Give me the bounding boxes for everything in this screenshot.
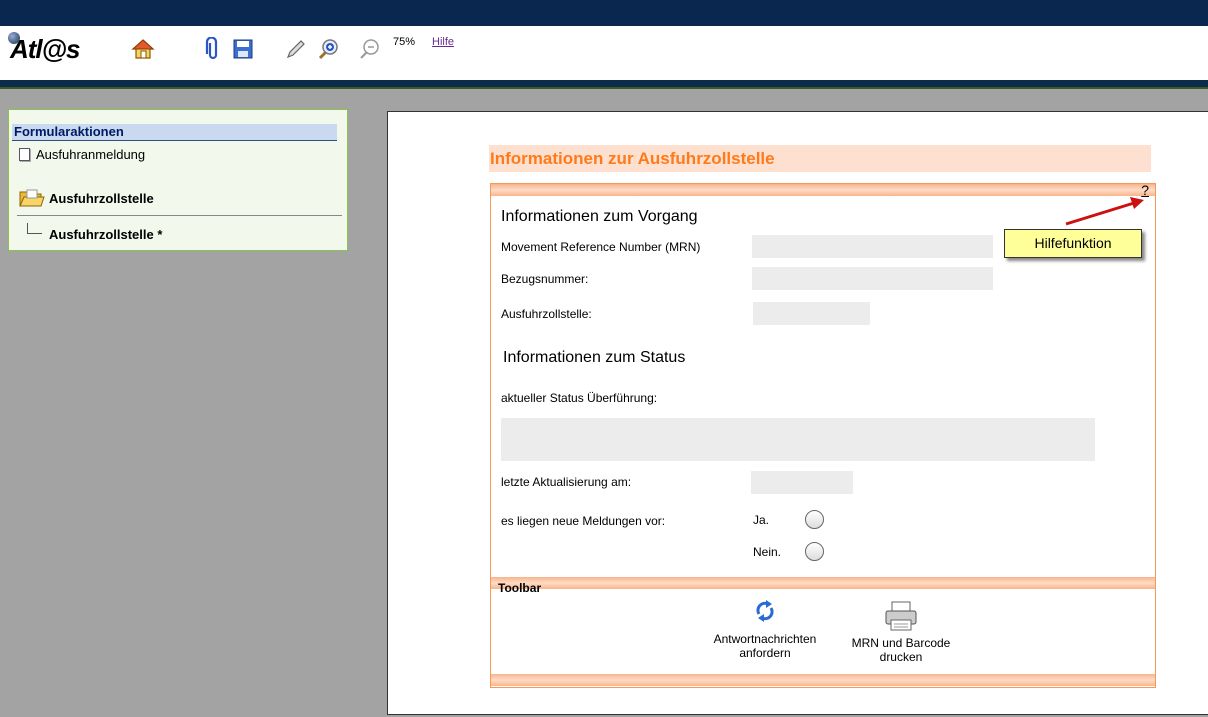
bezugsnummer-field[interactable] <box>752 267 993 290</box>
zoom-out-icon[interactable] <box>356 36 382 62</box>
aktualisierung-label: letzte Aktualisierung am: <box>501 475 632 489</box>
radio-nein-label: Nein. <box>753 545 782 559</box>
ausfuhrzollstelle-field[interactable] <box>753 302 870 325</box>
radio-ja[interactable] <box>805 510 824 529</box>
radio-nein[interactable] <box>805 542 824 561</box>
bezugsnummer-label: Bezugsnummer: <box>501 272 589 286</box>
mrn-field[interactable] <box>752 235 993 258</box>
status-field[interactable] <box>501 418 1095 461</box>
zoom-level: 75% <box>393 36 416 48</box>
panel-footer-bar <box>491 674 1155 686</box>
atlas-logo: Atl@s <box>8 32 80 64</box>
help-tooltip: Hilfefunktion <box>1004 229 1142 258</box>
form-title: Informationen zur Ausfuhrzollstelle <box>489 145 1151 172</box>
tree-connector <box>27 223 42 234</box>
drucken-label-line1: MRN und Barcode <box>851 636 951 650</box>
antwort-label-line2: anfordern <box>739 646 791 660</box>
antwort-label-line1: Antwortnachrichten <box>713 632 817 646</box>
header-divider <box>0 80 1208 89</box>
toolbar-header-bar <box>491 577 1155 589</box>
refresh-icon <box>756 600 774 622</box>
printer-icon <box>885 601 917 631</box>
aktualisierung-field[interactable] <box>751 471 853 494</box>
toolbar-label: Toolbar <box>498 581 542 595</box>
panel-header-bar: ? <box>491 182 1155 198</box>
sidebar-panel: Formularaktionen Ausfuhranmeldung Ausfuh… <box>8 109 348 251</box>
status-label: aktueller Status Überführung: <box>501 391 658 405</box>
section-heading-vorgang: Informationen zum Vorgang <box>501 208 698 225</box>
paperclip-icon[interactable] <box>200 36 226 62</box>
save-icon[interactable] <box>230 36 256 62</box>
home-icon[interactable] <box>130 36 156 62</box>
document-icon <box>19 148 30 161</box>
sidebar-folder-ausfuhrzollstelle[interactable]: Ausfuhrzollstelle <box>19 188 154 208</box>
top-banner <box>0 0 1208 26</box>
sidebar-divider <box>17 215 342 216</box>
folder-open-icon <box>19 189 45 207</box>
drucken-label-line2: drucken <box>879 650 923 664</box>
sidebar-header: Formularaktionen <box>12 124 337 141</box>
section-heading-status: Informationen zum Status <box>503 349 686 366</box>
sidebar-item-label: Ausfuhranmeldung <box>36 147 146 162</box>
mrn-label: Movement Reference Number (MRN) <box>501 240 701 254</box>
main-toolbar: Atl@s 75% Hilfe <box>0 26 1208 80</box>
radio-ja-label: Ja. <box>753 513 770 527</box>
ausfuhrzollstelle-label: Ausfuhrzollstelle: <box>501 307 592 321</box>
meldungen-label: es liegen neue Meldungen vor: <box>501 514 666 528</box>
help-link[interactable]: Hilfe <box>432 36 454 48</box>
zoom-in-icon[interactable] <box>315 36 341 62</box>
antwortnachrichten-button[interactable]: Antwortnachrichten anfordern <box>690 598 840 660</box>
sidebar-item-ausfuhranmeldung[interactable]: Ausfuhranmeldung <box>19 147 145 162</box>
edit-pencil-icon[interactable] <box>283 36 309 62</box>
sidebar-folder-label: Ausfuhrzollstelle <box>49 190 154 206</box>
sidebar-subitem-ausfuhrzollstelle[interactable]: Ausfuhrzollstelle * <box>49 227 162 242</box>
mrn-barcode-drucken-button[interactable]: MRN und Barcode drucken <box>826 600 976 664</box>
